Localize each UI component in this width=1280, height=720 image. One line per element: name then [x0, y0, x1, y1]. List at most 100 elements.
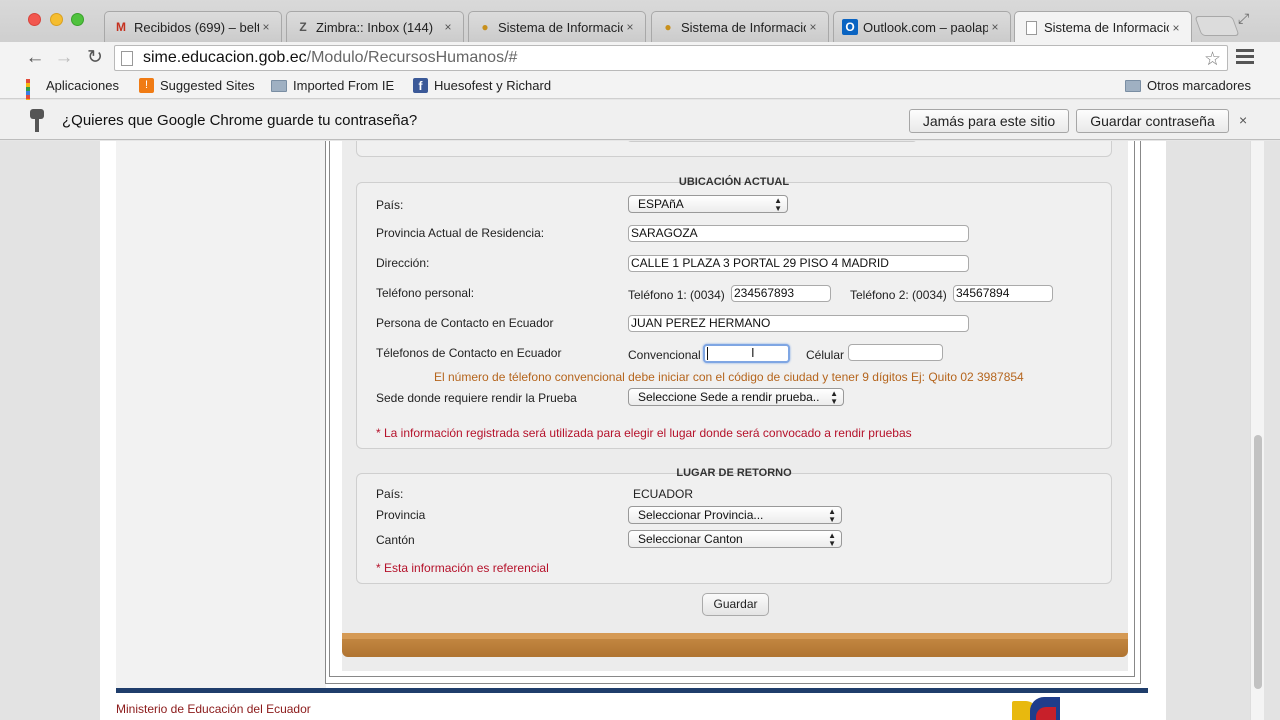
telefono-2-input[interactable]: 34567894 — [953, 285, 1053, 302]
sede-select-value: Seleccione Sede a rendir prueba.. — [638, 390, 820, 404]
page-viewport: UBICACIÓN ACTUAL País: ESPAñA ▲ ▼ Provinc… — [0, 141, 1250, 720]
bookmark-label: Imported From IE — [293, 78, 395, 93]
tab-outlook[interactable]: O Outlook.com – paolap × — [833, 11, 1011, 42]
close-icon[interactable]: × — [1239, 112, 1247, 128]
convencional-hint: El número de télefono convencional debe … — [434, 370, 1024, 384]
back-arrow-icon[interactable]: ← — [24, 47, 46, 69]
convencional-input[interactable] — [703, 344, 790, 363]
pais-label: País: — [376, 198, 404, 212]
tab-close-icon[interactable]: × — [623, 20, 637, 34]
footer-divider — [116, 688, 1148, 693]
retorno-pais-value: ECUADOR — [633, 487, 694, 501]
tab-label: Recibidos (699) – belt — [134, 19, 259, 35]
folder-icon — [271, 79, 287, 92]
sede-select[interactable]: Seleccione Sede a rendir prueba.. ▲ ▼ — [628, 388, 844, 406]
gmail-icon: M — [116, 20, 126, 34]
hamburger-menu-icon[interactable] — [1236, 49, 1254, 65]
tab-gmail[interactable]: M Recibidos (699) – belt × — [104, 11, 282, 42]
email-field-partial[interactable] — [627, 141, 917, 142]
bookmark-star-icon[interactable]: ☆ — [1204, 48, 1221, 71]
page-scrollbar[interactable] — [1250, 141, 1264, 720]
telefono-1-input[interactable]: 234567893 — [731, 285, 831, 302]
page-icon — [121, 50, 133, 66]
window-minimize-button[interactable] — [50, 13, 63, 26]
bookmark-imported-from-ie[interactable]: Imported From IE — [271, 78, 394, 93]
telefonos-contacto-label: Télefonos de Contacto en Ecuador — [376, 346, 562, 360]
direccion-input[interactable]: CALLE 1 PLAZA 3 PORTAL 29 PISO 4 MADRID — [628, 255, 969, 272]
retorno-pais-label: País: — [376, 487, 404, 501]
page-icon — [1023, 20, 1039, 36]
telefono-personal-label: Teléfono personal: — [376, 286, 475, 300]
footer-ministry-text: Ministerio de Educación del Ecuador — [116, 702, 311, 716]
fullscreen-icon[interactable]: ⤢ — [1238, 10, 1254, 26]
bookmark-label: Aplicaciones — [46, 78, 119, 93]
sime-icon: ● — [481, 20, 489, 34]
retorno-provincia-value: Seleccionar Provincia... — [638, 508, 764, 522]
address-bar[interactable]: sime.educacion.gob.ec/Modulo/RecursosHum… — [114, 45, 1228, 71]
bookmark-label: Suggested Sites — [160, 78, 255, 93]
previous-fieldset — [356, 141, 1112, 157]
ubicacion-actual-title: UBICACIÓN ACTUAL — [678, 176, 790, 188]
tab-label: Sistema de Informacio — [498, 19, 623, 35]
new-tab-button[interactable] — [1194, 16, 1240, 36]
guardar-button[interactable]: Guardar — [702, 593, 769, 616]
bookmark-huesofest[interactable]: f Huesofest y Richard — [413, 78, 551, 93]
text-caret — [707, 347, 708, 360]
provincia-residencia-input[interactable]: SARAGOZA — [628, 225, 969, 242]
form-content: UBICACIÓN ACTUAL País: ESPAñA ▲ ▼ Provinc… — [342, 141, 1128, 671]
select-arrows-icon: ▲ ▼ — [830, 389, 838, 406]
tab-close-icon[interactable]: × — [441, 20, 455, 34]
telefono-2-label: Teléfono 2: (0034) — [850, 288, 947, 302]
bookmark-apps[interactable]: Aplicaciones — [26, 78, 119, 115]
lugar-retorno-title: LUGAR DE RETORNO — [676, 467, 792, 479]
folder-icon — [1125, 79, 1141, 92]
tab-close-icon[interactable]: × — [1169, 21, 1183, 35]
bookmark-suggested-sites[interactable]: ! Suggested Sites — [139, 78, 255, 93]
pais-select[interactable]: ESPAñA ▲ ▼ — [628, 195, 788, 213]
tab-sime-2[interactable]: ● Sistema de Informacio × — [651, 11, 829, 42]
tab-zimbra[interactable]: Z Zimbra:: Inbox (144) × — [286, 11, 464, 42]
key-icon — [30, 109, 46, 133]
window-close-button[interactable] — [28, 13, 41, 26]
tab-sime-active[interactable]: Sistema de Informacio × — [1014, 11, 1192, 43]
save-password-button[interactable]: Guardar contraseña — [1076, 109, 1229, 133]
infobar-message: ¿Quieres que Google Chrome guarde tu con… — [62, 112, 418, 129]
pais-select-value: ESPAñA — [638, 197, 684, 211]
tab-label: Zimbra:: Inbox (144) — [316, 19, 434, 35]
bookmark-other[interactable]: Otros marcadores — [1125, 78, 1251, 93]
celular-input[interactable] — [848, 344, 943, 361]
window-maximize-button[interactable] — [71, 13, 84, 26]
never-save-password-button[interactable]: Jamás para este sitio — [909, 109, 1069, 133]
browser-window: M Recibidos (699) – belt × Z Zimbra:: In… — [0, 0, 1280, 720]
url-text: sime.educacion.gob.ec/Modulo/RecursosHum… — [143, 49, 517, 67]
telefono-1-label: Teléfono 1: (0034) — [628, 288, 725, 302]
url-path: /Modulo/RecursosHumanos/# — [306, 49, 518, 66]
retorno-canton-value: Seleccionar Canton — [638, 532, 743, 546]
retorno-provincia-label: Provincia — [376, 508, 426, 522]
persona-contacto-label: Persona de Contacto en Ecuador — [376, 316, 554, 330]
persona-contacto-input[interactable]: JUAN PEREZ HERMANO — [628, 315, 969, 332]
select-arrows-icon: ▲ ▼ — [828, 507, 836, 524]
scrollbar-thumb[interactable] — [1254, 435, 1262, 689]
ibeam-cursor-icon: I — [751, 345, 755, 360]
tab-close-icon[interactable]: × — [806, 20, 820, 34]
outlook-icon: O — [842, 19, 858, 35]
bookmark-label: Huesofest y Richard — [434, 78, 552, 93]
save-password-infobar: ¿Quieres que Google Chrome guarde tu con… — [0, 100, 1280, 140]
tab-close-icon[interactable]: × — [988, 20, 1002, 34]
tab-close-icon[interactable]: × — [259, 20, 273, 34]
reload-icon[interactable]: ↻ — [84, 47, 106, 69]
zimbra-icon: Z — [299, 20, 307, 34]
url-host: sime.educacion.gob.ec — [143, 49, 307, 66]
tab-sime-1[interactable]: ● Sistema de Informacio × — [468, 11, 646, 42]
forward-arrow-icon[interactable]: → — [53, 47, 75, 69]
tab-label: Sistema de Informacio — [1044, 20, 1169, 35]
retorno-canton-label: Cantón — [376, 533, 415, 547]
retorno-canton-select[interactable]: Seleccionar Canton ▲ ▼ — [628, 530, 842, 548]
tab-strip: M Recibidos (699) – belt × Z Zimbra:: In… — [0, 0, 1280, 43]
provincia-residencia-label: Provincia Actual de Residencia: — [376, 226, 545, 240]
celular-label: Célular — [806, 348, 845, 362]
sede-label: Sede donde requiere rendir la Prueba — [376, 391, 577, 405]
retorno-provincia-select[interactable]: Seleccionar Provincia... ▲ ▼ — [628, 506, 842, 524]
form-footer-bar-highlight — [342, 633, 1128, 639]
